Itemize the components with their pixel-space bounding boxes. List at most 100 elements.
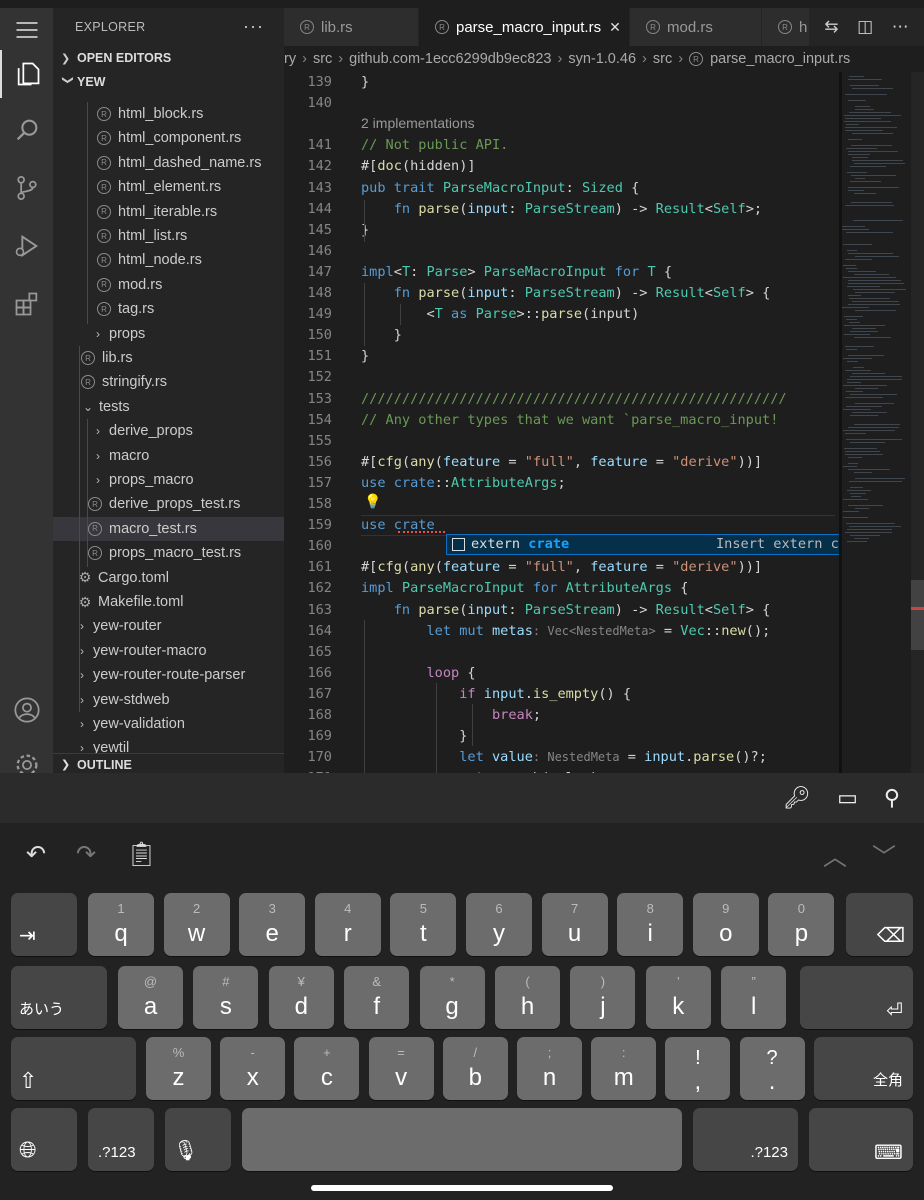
codelens-implementations[interactable]: 2 implementations bbox=[361, 113, 475, 134]
globe-key[interactable]: 🌐︎ bbox=[11, 1108, 77, 1171]
key-z[interactable]: % z bbox=[146, 1037, 211, 1100]
tree-item-cargo-toml[interactable]: ⚙ Cargo.toml bbox=[53, 566, 284, 590]
breadcrumb-item[interactable]: src bbox=[653, 51, 672, 67]
tab-mod-rs[interactable]: Rmod.rs bbox=[630, 8, 762, 46]
key-punct-8[interactable]: ?. bbox=[739, 1037, 805, 1100]
paste-icon[interactable]: 📋︎ bbox=[126, 836, 156, 872]
key-l[interactable]: ” l bbox=[721, 966, 787, 1029]
run-debug-icon[interactable] bbox=[0, 224, 53, 268]
return-key[interactable]: ⏎ bbox=[800, 966, 913, 1029]
code-token: NestedMeta bbox=[547, 750, 620, 765]
tab-key[interactable]: ⇥ bbox=[11, 893, 77, 956]
key-r[interactable]: 4r bbox=[314, 893, 381, 956]
project-section[interactable]: ❯ YEW bbox=[53, 70, 284, 94]
key-y[interactable]: 6y bbox=[466, 893, 532, 956]
breadcrumb-item[interactable]: parse_macro_input.rs bbox=[710, 51, 850, 67]
tree-item-makefile-toml[interactable]: ⚙ Makefile.toml bbox=[53, 590, 284, 614]
minimap[interactable] bbox=[839, 72, 911, 773]
delete-key[interactable]: ⌫ bbox=[846, 893, 913, 956]
key-s[interactable]: # s bbox=[193, 966, 259, 1029]
tree-item-yew-router-route-parser[interactable]: › yew-router-route-parser bbox=[53, 663, 284, 687]
dismiss-keyboard-key[interactable]: ⌨ bbox=[809, 1108, 913, 1171]
credit-card-icon[interactable]: ▭ bbox=[837, 785, 858, 811]
chevron-down-icon[interactable]: ﹀ bbox=[872, 836, 896, 872]
key-alt-label: 6 bbox=[495, 901, 503, 916]
compare-changes-icon[interactable]: ⇆ bbox=[824, 17, 838, 37]
line-number: 145 bbox=[307, 221, 332, 238]
key-j[interactable]: ) j bbox=[570, 966, 636, 1029]
key-punct-7[interactable]: !, bbox=[665, 1037, 731, 1100]
key-e[interactable]: 3e bbox=[239, 893, 306, 956]
extensions-icon[interactable] bbox=[0, 282, 53, 326]
chevron-up-icon[interactable]: ︿ bbox=[823, 836, 847, 872]
tab-parse-macro-input[interactable]: Rparse_macro_input.rs ✕ bbox=[419, 8, 630, 46]
numbers-key-right[interactable]: .?123 bbox=[693, 1108, 798, 1171]
key-label: k bbox=[672, 993, 685, 1020]
lightbulb-icon[interactable]: 💡 bbox=[364, 493, 381, 509]
numbers-key-left[interactable]: .?123 bbox=[88, 1108, 154, 1171]
tree-item-yew-router[interactable]: › yew-router bbox=[53, 614, 284, 638]
location-pin-icon[interactable]: ⚲ bbox=[884, 785, 900, 811]
key-t[interactable]: 5t bbox=[390, 893, 457, 956]
key-label: x bbox=[246, 1064, 259, 1091]
outline-section[interactable]: ❯ OUTLINE bbox=[53, 753, 284, 773]
key-h[interactable]: (h bbox=[495, 966, 560, 1029]
zenkaku-key[interactable]: 全角 bbox=[814, 1037, 913, 1100]
key-o[interactable]: 9o bbox=[692, 893, 759, 956]
more-actions-icon[interactable]: ··· bbox=[243, 16, 264, 37]
key-i[interactable]: 8i bbox=[617, 893, 684, 956]
key-w[interactable]: 2w bbox=[163, 893, 230, 956]
scrollbar-thumb[interactable] bbox=[911, 580, 924, 650]
tree-item-props[interactable]: › props bbox=[53, 322, 284, 346]
source-control-icon[interactable] bbox=[0, 166, 53, 210]
key-icon[interactable]: 🔑︎ bbox=[783, 785, 811, 811]
key-k[interactable]: ’ k bbox=[645, 966, 711, 1029]
undo-icon[interactable]: ↶ bbox=[26, 836, 46, 872]
code-line: 161 #[cfg(any(feature = "full", feature =… bbox=[284, 557, 839, 578]
breadcrumb-item[interactable]: ry bbox=[284, 51, 296, 67]
key-g[interactable]: * g bbox=[419, 966, 485, 1029]
breadcrumb-item[interactable]: syn-1.0.46 bbox=[568, 51, 636, 67]
open-editors-section[interactable]: ❯ OPEN EDITORS bbox=[53, 46, 284, 70]
menu-icon[interactable] bbox=[0, 8, 53, 52]
explorer-icon[interactable] bbox=[0, 50, 53, 98]
tab-lib-rs[interactable]: Rlib.rs bbox=[284, 8, 419, 46]
tree-item-tests[interactable]: ⌄ tests bbox=[53, 395, 284, 419]
redo-icon[interactable]: ↷ bbox=[76, 836, 96, 872]
split-editor-icon[interactable]: ◫ bbox=[857, 17, 873, 37]
vertical-scrollbar[interactable] bbox=[911, 72, 924, 773]
rust-file-icon: R bbox=[81, 375, 95, 390]
breadcrumb-item[interactable]: github.com-1ecc6299db9ec823 bbox=[349, 51, 551, 67]
tree-item-yew-router-macro[interactable]: › yew-router-macro bbox=[53, 639, 284, 663]
key-v[interactable]: = v bbox=[368, 1037, 434, 1100]
key-c[interactable]: + c bbox=[294, 1037, 360, 1100]
key-x[interactable]: -x bbox=[220, 1037, 286, 1100]
tree-item-stringify-rs[interactable]: Rstringify.rs bbox=[53, 370, 284, 394]
tree-item-yew-stdweb[interactable]: › yew-stdweb bbox=[53, 688, 284, 712]
key-p[interactable]: 0p bbox=[768, 893, 835, 956]
key-f[interactable]: & f bbox=[344, 966, 410, 1029]
more-actions-icon[interactable]: ⋯ bbox=[892, 17, 909, 37]
tree-item-lib-rs[interactable]: Rlib.rs bbox=[53, 346, 284, 370]
code-line: 168 break; bbox=[284, 705, 839, 726]
key-n[interactable]: ; n bbox=[517, 1037, 582, 1100]
key-q[interactable]: 1q bbox=[88, 893, 154, 956]
close-icon[interactable]: ✕ bbox=[609, 19, 621, 36]
key-d[interactable]: ¥ d bbox=[268, 966, 334, 1029]
kana-key[interactable]: あいう bbox=[11, 966, 107, 1029]
dictation-key[interactable]: 🎙︎ bbox=[165, 1108, 231, 1171]
code-token: fn bbox=[393, 285, 419, 301]
code-token: Vec bbox=[680, 622, 705, 639]
breadcrumb-item[interactable]: src bbox=[313, 51, 332, 67]
key-a[interactable]: @ a bbox=[118, 966, 183, 1029]
space-key[interactable] bbox=[242, 1108, 682, 1171]
tree-item-yew-validation[interactable]: › yew-validation bbox=[53, 712, 284, 736]
account-icon[interactable] bbox=[0, 688, 53, 732]
activity-bar bbox=[0, 8, 53, 776]
key-m[interactable]: :m bbox=[591, 1037, 657, 1100]
key-u[interactable]: 7u bbox=[541, 893, 608, 956]
shift-key[interactable]: ⇧ bbox=[11, 1037, 136, 1100]
code-editor[interactable]: 2 implementations 139} 140 141 // Not publi… bbox=[284, 72, 924, 773]
key-b[interactable]: / b bbox=[442, 1037, 508, 1100]
search-icon[interactable] bbox=[0, 108, 53, 152]
